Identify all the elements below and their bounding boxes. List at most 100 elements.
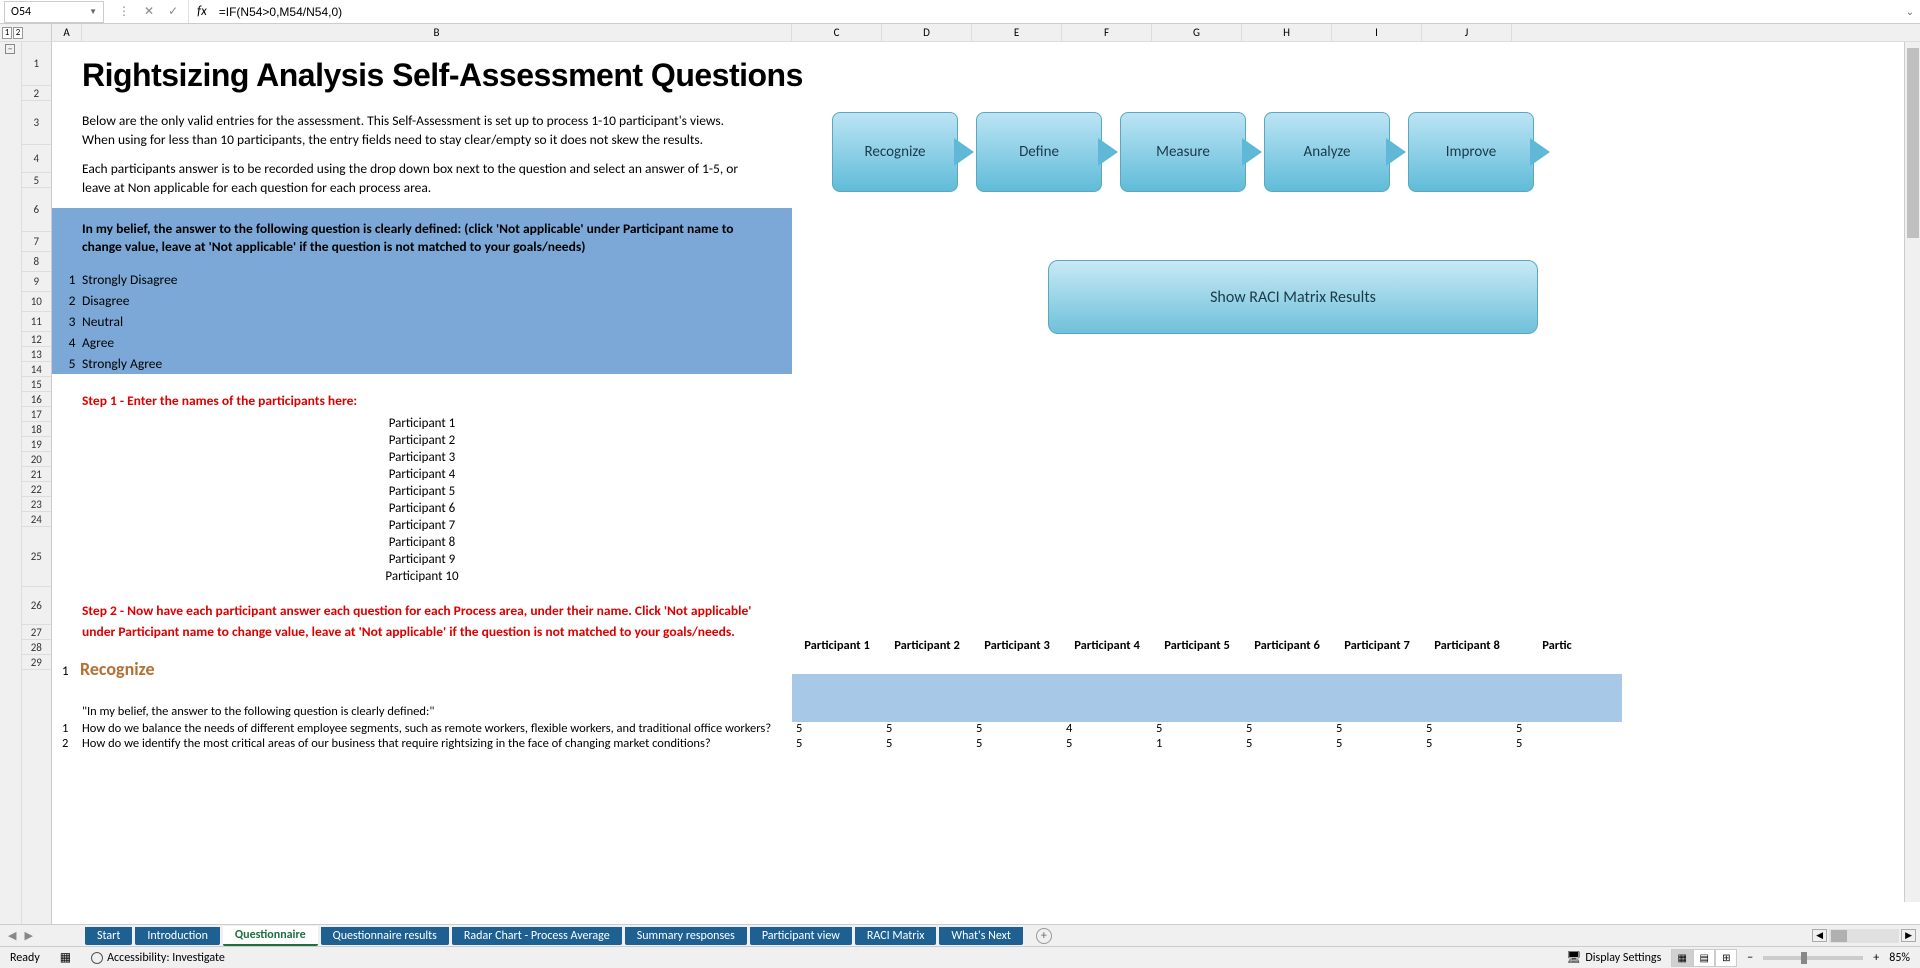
fx-label[interactable]: fx	[189, 4, 215, 19]
participant-2[interactable]: Participant 2	[52, 432, 792, 449]
row-26[interactable]: 26	[22, 587, 51, 625]
tab-nav-prev-icon[interactable]: ◀	[8, 929, 16, 942]
hscroll-thumb[interactable]	[1831, 930, 1847, 942]
name-box-dropdown-icon[interactable]: ▼	[89, 7, 97, 17]
show-raci-button[interactable]: Show RACI Matrix Results	[1048, 260, 1538, 334]
tab-radar-chart[interactable]: Radar Chart - Process Average	[452, 927, 622, 945]
row-20[interactable]: 20	[22, 452, 51, 467]
add-sheet-button[interactable]: +	[1036, 928, 1052, 944]
chevron-improve[interactable]: Improve	[1408, 112, 1534, 192]
question-row-1: 1 How do we balance the needs of differe…	[52, 721, 1602, 736]
formula-more-icon[interactable]: ⋮	[118, 4, 130, 19]
row-28[interactable]: 28	[22, 640, 51, 655]
chevron-measure[interactable]: Measure	[1120, 112, 1246, 192]
row-22[interactable]: 22	[22, 482, 51, 497]
row-9[interactable]: 9	[22, 272, 51, 292]
chevron-analyze[interactable]: Analyze	[1264, 112, 1390, 192]
row-4[interactable]: 4	[22, 145, 51, 173]
formula-expand-icon[interactable]: ⌄	[1900, 5, 1920, 18]
col-header-B[interactable]: B	[82, 24, 792, 41]
participant-8[interactable]: Participant 8	[52, 534, 792, 551]
row-12[interactable]: 12	[22, 332, 51, 347]
row-17[interactable]: 17	[22, 407, 51, 422]
tab-start[interactable]: Start	[85, 927, 132, 945]
hscroll-right-icon[interactable]: ▶	[1901, 929, 1916, 942]
hscroll-left-icon[interactable]: ◀	[1812, 929, 1827, 942]
participant-3[interactable]: Participant 3	[52, 449, 792, 466]
tab-introduction[interactable]: Introduction	[135, 927, 220, 945]
outline-collapse-1[interactable]: −	[5, 44, 15, 54]
row-18[interactable]: 18	[22, 422, 51, 437]
tab-questionnaire-results[interactable]: Questionnaire results	[321, 927, 449, 945]
row-14[interactable]: 14	[22, 362, 51, 377]
col-header-F[interactable]: F	[1062, 24, 1152, 41]
zoom-in-button[interactable]: +	[1873, 951, 1879, 965]
row-11[interactable]: 11	[22, 312, 51, 332]
row-1[interactable]: 1	[22, 42, 51, 86]
participant-10[interactable]: Participant 10	[52, 568, 792, 585]
tab-whats-next[interactable]: What's Next	[939, 927, 1022, 945]
row-25[interactable]: 25	[22, 527, 51, 587]
row-13[interactable]: 13	[22, 347, 51, 362]
cancel-formula-icon[interactable]: ✕	[144, 4, 154, 19]
formula-input[interactable]	[215, 5, 1900, 19]
display-settings-button[interactable]: 🖥 Display Settings	[1566, 950, 1661, 965]
col-header-J[interactable]: J	[1422, 24, 1512, 41]
outline-level-2[interactable]: 2	[13, 27, 23, 39]
select-all-gutter[interactable]	[30, 24, 52, 41]
row-8[interactable]: 8	[22, 252, 51, 272]
participant-4[interactable]: Participant 4	[52, 466, 792, 483]
participant-5[interactable]: Participant 5	[52, 483, 792, 500]
row-6[interactable]: 6	[22, 188, 51, 232]
zoom-slider[interactable]	[1763, 956, 1863, 960]
row-3[interactable]: 3	[22, 101, 51, 145]
row-5[interactable]: 5	[22, 173, 51, 188]
accessibility-status[interactable]: Accessibility: Investigate	[91, 951, 225, 965]
tab-participant-view[interactable]: Participant view	[750, 927, 852, 945]
row-7[interactable]: 7	[22, 232, 51, 252]
col-header-C[interactable]: C	[792, 24, 882, 41]
tab-summary-responses[interactable]: Summary responses	[625, 927, 747, 945]
row-23[interactable]: 23	[22, 497, 51, 512]
participant-1[interactable]: Participant 1	[52, 415, 792, 432]
participant-7[interactable]: Participant 7	[52, 517, 792, 534]
row-2[interactable]: 2	[22, 86, 51, 101]
tab-questionnaire[interactable]: Questionnaire	[223, 926, 318, 946]
scrollbar-thumb[interactable]	[1907, 48, 1919, 238]
vertical-scrollbar[interactable]	[1904, 42, 1920, 902]
row-19[interactable]: 19	[22, 437, 51, 452]
macro-record-icon[interactable]: ▦	[60, 950, 71, 965]
worksheet-body[interactable]: Rightsizing Analysis Self-Assessment Que…	[52, 42, 1920, 924]
zoom-level[interactable]: 85%	[1889, 951, 1910, 965]
zoom-out-button[interactable]: −	[1747, 951, 1753, 965]
main-grid: − 1 2 3 4 5 6 7 8 9 10 11 12 13 14 15 16…	[0, 42, 1920, 924]
section-title: Recognize	[80, 648, 155, 684]
row-10[interactable]: 10	[22, 292, 51, 312]
part-header-1: Participant 1	[792, 638, 882, 653]
col-header-D[interactable]: D	[882, 24, 972, 41]
col-header-H[interactable]: H	[1242, 24, 1332, 41]
participant-9[interactable]: Participant 9	[52, 551, 792, 568]
row-27[interactable]: 27	[22, 625, 51, 640]
row-29[interactable]: 29	[22, 655, 51, 670]
row-21[interactable]: 21	[22, 467, 51, 482]
outline-level-1[interactable]: 1	[2, 27, 12, 39]
accept-formula-icon[interactable]: ✓	[168, 4, 178, 19]
row-numbers: 1 2 3 4 5 6 7 8 9 10 11 12 13 14 15 16 1…	[22, 42, 51, 924]
participant-6[interactable]: Participant 6	[52, 500, 792, 517]
col-header-E[interactable]: E	[972, 24, 1062, 41]
col-header-G[interactable]: G	[1152, 24, 1242, 41]
row-16[interactable]: 16	[22, 392, 51, 407]
zoom-handle[interactable]	[1801, 952, 1807, 964]
col-header-A[interactable]: A	[52, 24, 82, 41]
accessibility-icon	[91, 952, 103, 964]
tab-nav-next-icon[interactable]: ▶	[24, 929, 32, 942]
row-15[interactable]: 15	[22, 377, 51, 392]
chevron-recognize[interactable]: Recognize	[832, 112, 958, 192]
name-box[interactable]: O54 ▼	[4, 1, 104, 23]
tab-raci-matrix[interactable]: RACI Matrix	[855, 927, 937, 945]
col-header-I[interactable]: I	[1332, 24, 1422, 41]
chevron-define[interactable]: Define	[976, 112, 1102, 192]
horizontal-scroll[interactable]: ◀ ▶	[1812, 929, 1916, 943]
row-24[interactable]: 24	[22, 512, 51, 527]
